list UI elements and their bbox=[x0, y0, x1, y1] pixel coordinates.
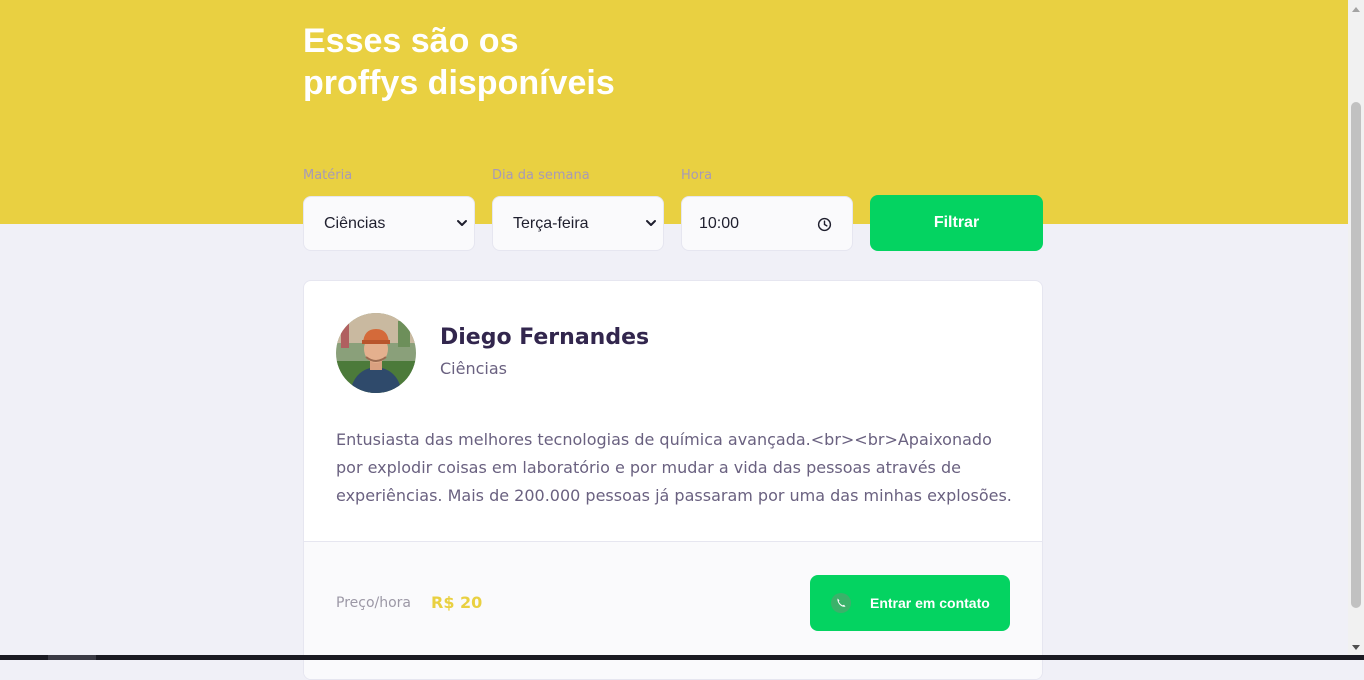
teacher-avatar bbox=[336, 313, 416, 393]
chevron-down-icon bbox=[646, 220, 656, 226]
time-input-value: 10:00 bbox=[699, 215, 740, 232]
taskbar-item[interactable] bbox=[48, 655, 96, 660]
page-title-line-1: Esses são os bbox=[303, 22, 519, 60]
scroll-down-arrow-icon[interactable] bbox=[1352, 645, 1360, 651]
subject-select[interactable]: Ciências bbox=[303, 196, 475, 251]
teacher-subject: Ciências bbox=[440, 359, 507, 378]
time-label: Hora bbox=[681, 168, 713, 183]
contact-button-label: Entrar em contato bbox=[870, 595, 990, 611]
weekday-select[interactable]: Terça-feira bbox=[492, 196, 664, 251]
weekday-select-value: Terça-feira bbox=[513, 215, 589, 232]
filter-button[interactable]: Filtrar bbox=[870, 195, 1043, 251]
whatsapp-icon bbox=[831, 593, 851, 613]
time-input[interactable]: 10:00 bbox=[681, 196, 853, 251]
scrollbar-thumb[interactable] bbox=[1351, 102, 1361, 608]
clock-icon[interactable] bbox=[817, 217, 832, 232]
page-title: Esses são os proffys disponíveis bbox=[303, 20, 723, 104]
taskbar bbox=[0, 655, 1364, 660]
chevron-down-icon bbox=[457, 220, 467, 226]
price-label: Preço/hora bbox=[336, 595, 412, 611]
page-title-line-2: proffys disponíveis bbox=[303, 64, 615, 102]
teacher-card: Diego Fernandes Ciências Entusiasta das … bbox=[303, 280, 1043, 680]
contact-button[interactable]: Entrar em contato bbox=[810, 575, 1010, 631]
weekday-label: Dia da semana bbox=[492, 168, 590, 183]
price-value: R$ 20 bbox=[431, 593, 483, 612]
teacher-bio: Entusiasta das melhores tecnologias de q… bbox=[336, 430, 1012, 505]
teacher-name: Diego Fernandes bbox=[440, 325, 650, 350]
subject-select-value: Ciências bbox=[324, 215, 386, 232]
scroll-up-arrow-icon[interactable] bbox=[1352, 6, 1360, 12]
subject-label: Matéria bbox=[303, 168, 353, 183]
